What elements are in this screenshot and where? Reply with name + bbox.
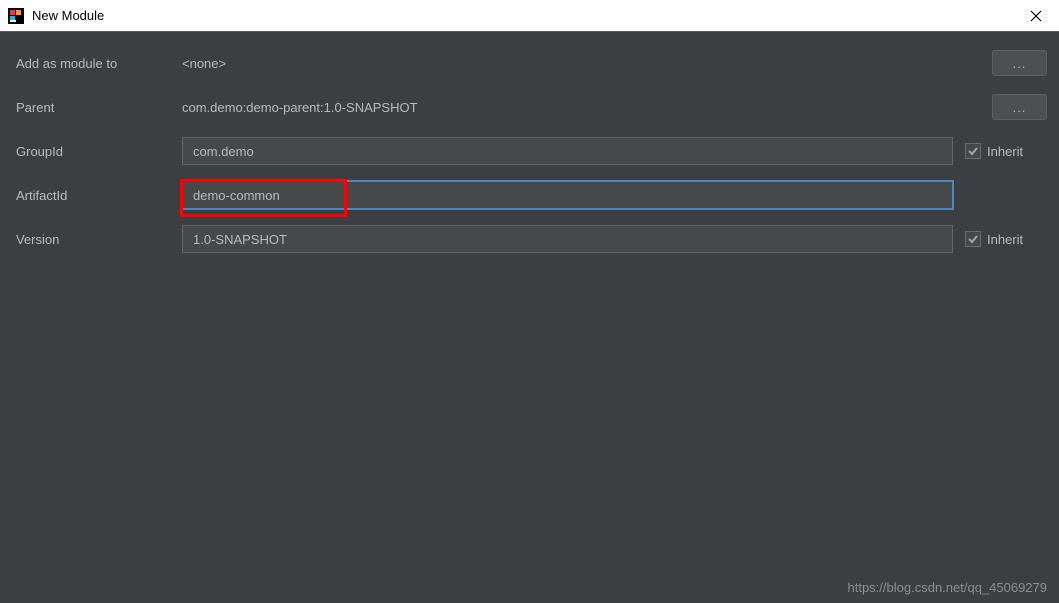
inherit-groupid-checkbox[interactable] bbox=[965, 143, 981, 159]
label-version: Version bbox=[12, 232, 182, 247]
label-groupid: GroupId bbox=[12, 144, 182, 159]
window-title: New Module bbox=[32, 8, 1013, 23]
row-groupid: GroupId Inherit bbox=[12, 136, 1047, 166]
inherit-version-checkbox[interactable] bbox=[965, 231, 981, 247]
label-parent: Parent bbox=[12, 100, 182, 115]
browse-add-as-module-button[interactable]: ... bbox=[992, 50, 1047, 76]
value-add-as-module: <none> bbox=[182, 56, 984, 71]
row-artifactid: ArtifactId bbox=[12, 180, 1047, 210]
app-icon bbox=[8, 8, 24, 24]
version-input[interactable] bbox=[182, 225, 953, 253]
browse-parent-button[interactable]: ... bbox=[992, 94, 1047, 120]
row-version: Version Inherit bbox=[12, 224, 1047, 254]
row-parent: Parent com.demo:demo-parent:1.0-SNAPSHOT… bbox=[12, 92, 1047, 122]
inherit-version-wrap: Inherit bbox=[965, 231, 1047, 247]
watermark-text: https://blog.csdn.net/qq_45069279 bbox=[848, 580, 1048, 595]
value-parent: com.demo:demo-parent:1.0-SNAPSHOT bbox=[182, 100, 984, 115]
label-add-as-module: Add as module to bbox=[12, 56, 182, 71]
label-artifactid: ArtifactId bbox=[12, 188, 182, 203]
close-button[interactable] bbox=[1013, 0, 1059, 32]
inherit-groupid-label: Inherit bbox=[987, 144, 1023, 159]
row-add-as-module: Add as module to <none> ... bbox=[12, 48, 1047, 78]
groupid-input[interactable] bbox=[182, 137, 953, 165]
inherit-groupid-wrap: Inherit bbox=[965, 143, 1047, 159]
titlebar: New Module bbox=[0, 0, 1059, 32]
form-content: Add as module to <none> ... Parent com.d… bbox=[0, 32, 1059, 284]
inherit-version-label: Inherit bbox=[987, 232, 1023, 247]
artifactid-input[interactable] bbox=[182, 181, 953, 209]
